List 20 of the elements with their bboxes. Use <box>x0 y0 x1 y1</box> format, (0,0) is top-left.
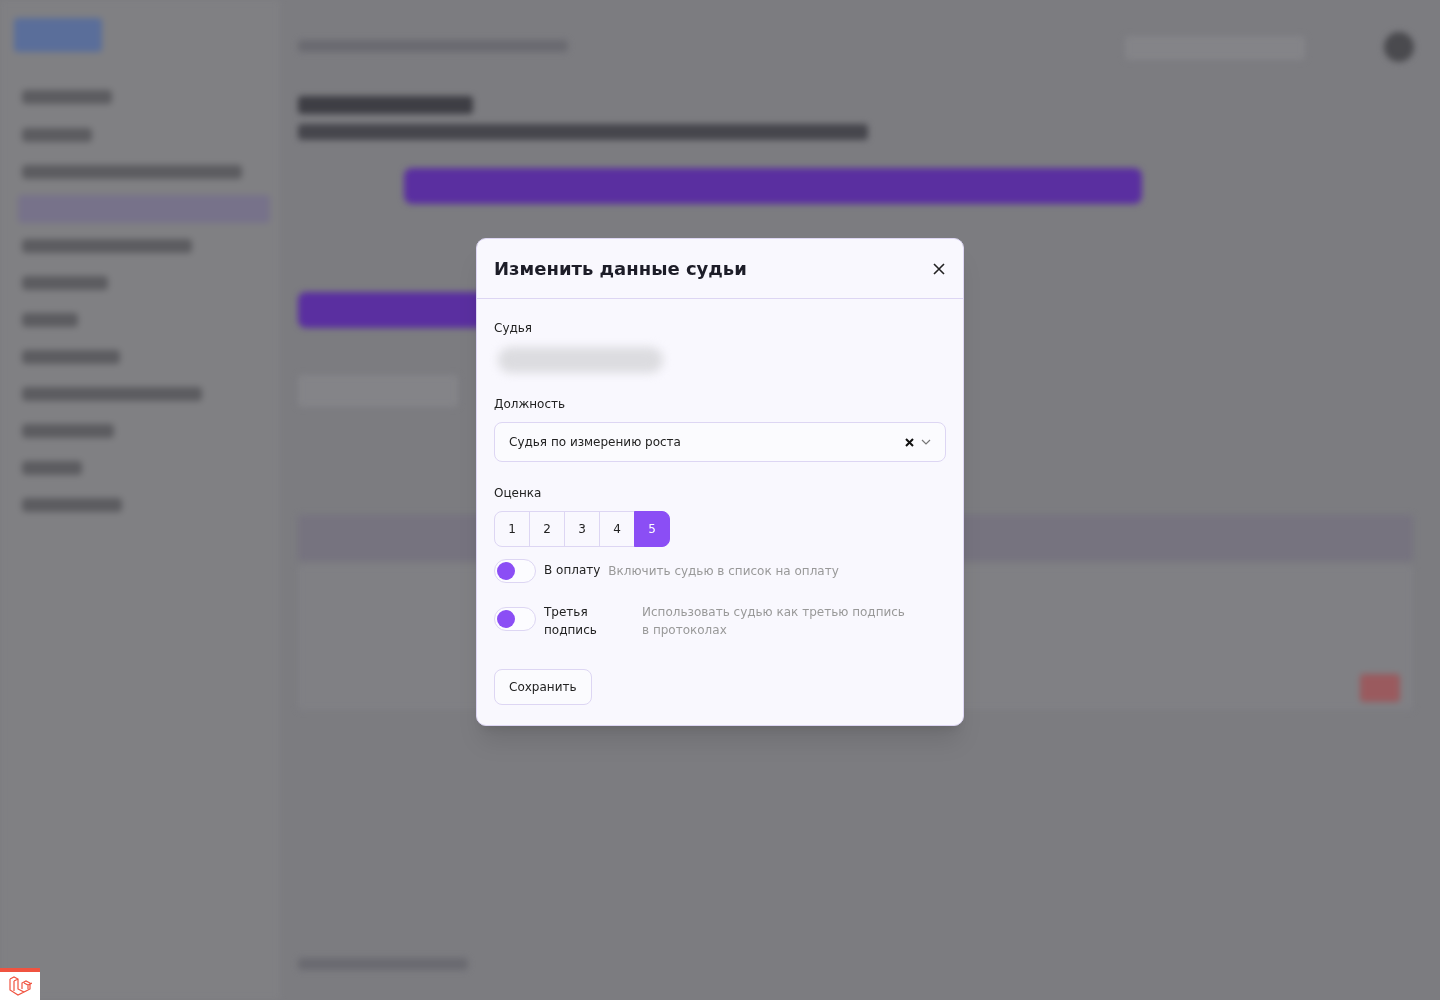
dialog-title: Изменить данные судьи <box>494 257 747 281</box>
rating-option[interactable]: 1 <box>494 511 530 547</box>
clear-icon[interactable] <box>905 437 914 447</box>
field-label: Оценка <box>494 485 543 502</box>
rating-option[interactable]: 5 <box>634 511 670 547</box>
chevron-down-icon[interactable] <box>921 439 931 445</box>
toggle-hint: Использовать судью как третью подпись в протоколах <box>642 604 906 639</box>
toggle-hint: Включить судью в список на оплату <box>608 563 839 580</box>
save-button[interactable]: Сохранить <box>494 669 592 705</box>
toggle-switch[interactable] <box>494 559 536 583</box>
close-icon[interactable] <box>932 261 946 276</box>
field-label: Должность <box>494 396 567 413</box>
position-select[interactable]: Судья по измерению роста <box>494 422 946 462</box>
toggle-label: В оплату <box>544 562 601 579</box>
rating-option[interactable]: 3 <box>564 511 600 547</box>
toggle-label: Третья подпись <box>544 604 598 639</box>
rating-option[interactable]: 2 <box>529 511 565 547</box>
laravel-logo-icon <box>0 968 40 1000</box>
toggle-switch[interactable] <box>494 607 536 631</box>
field-label: Судья <box>494 320 534 337</box>
